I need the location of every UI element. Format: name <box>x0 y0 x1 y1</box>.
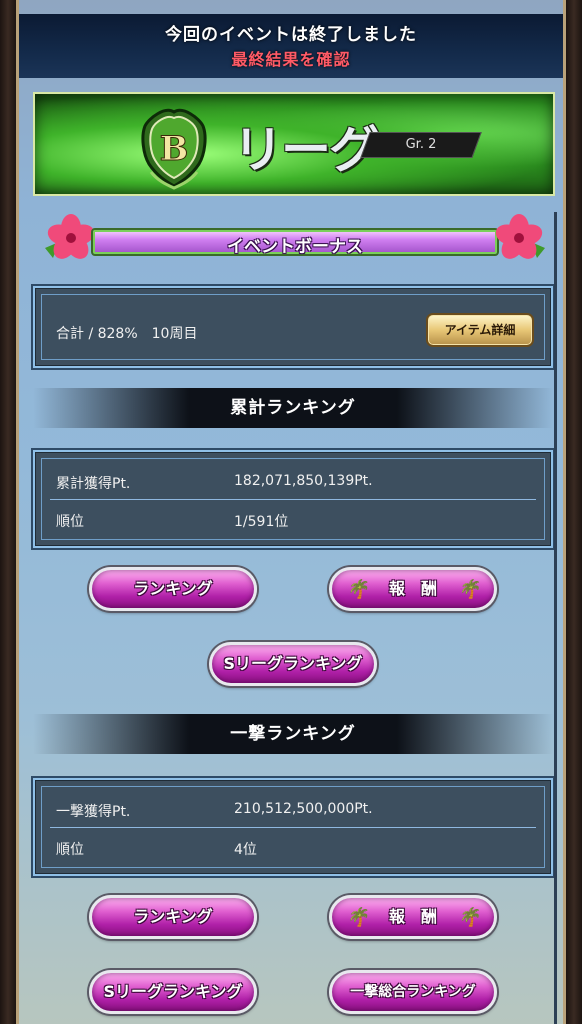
cumulative-s-league-button[interactable]: Sリーグランキング <box>209 642 377 686</box>
cumulative-reward-button[interactable]: 🌴 報 酬 🌴 <box>329 567 497 611</box>
one-shot-overall-ranking-button[interactable]: 一撃総合ランキング <box>329 970 497 1014</box>
one-shot-ranking-button[interactable]: ランキング <box>89 895 257 939</box>
row-divider <box>50 827 536 828</box>
cumulative-points-row: 累計獲得Pt. 182,071,850,139Pt. <box>42 463 544 499</box>
final-result-text: 最終結果を確認 <box>231 50 351 69</box>
league-group-label: Gr. 2 <box>405 137 437 152</box>
event-bonus-summary: 合計 / 828% 10周目 <box>56 326 198 342</box>
one-shot-stats-box: 一撃獲得Pt. 210,512,500,000Pt. 順位 4位 <box>33 778 553 876</box>
one-shot-points-row: 一撃獲得Pt. 210,512,500,000Pt. <box>42 791 544 827</box>
hibiscus-right-icon <box>495 214 545 259</box>
league-badge-icon: B <box>141 109 207 190</box>
cumulative-stats-box: 累計獲得Pt. 182,071,850,139Pt. 順位 1/591位 <box>33 450 553 548</box>
cumulative-stats-inner: 累計獲得Pt. 182,071,850,139Pt. 順位 1/591位 <box>41 458 545 540</box>
results-panel: 今回のイベントは終了しました 最終結果を確認 B リーグ Gr. 2 イベントボ… <box>16 0 566 1024</box>
one-shot-reward-button[interactable]: 🌴 報 酬 🌴 <box>329 895 497 939</box>
cumulative-rank-value: 1/591位 <box>234 514 289 530</box>
cumulative-ranking-button[interactable]: ランキング <box>89 567 257 611</box>
league-name: リーグ <box>233 121 379 179</box>
palm-tree-icon: 🌴 <box>457 579 480 600</box>
cumulative-points-value: 182,071,850,139Pt. <box>234 473 373 489</box>
one-shot-s-league-button-label: Sリーグランキング <box>103 982 243 1001</box>
palm-tree-icon: 🌴 <box>346 579 369 600</box>
event-ended-banner: 今回のイベントは終了しました 最終結果を確認 <box>19 14 563 78</box>
one-shot-ranking-header: 一撃ランキング <box>33 714 553 754</box>
event-bonus-bar: イベントボーナス <box>91 228 499 257</box>
cumulative-ranking-header: 累計ランキング <box>33 388 553 428</box>
one-shot-s-league-button[interactable]: Sリーグランキング <box>89 970 257 1014</box>
one-shot-stats-inner: 一撃獲得Pt. 210,512,500,000Pt. 順位 4位 <box>41 786 545 868</box>
svg-text:B: B <box>160 129 189 169</box>
row-divider <box>50 499 536 500</box>
one-shot-rank-row: 順位 4位 <box>42 829 544 865</box>
one-shot-rank-label: 順位 <box>56 842 84 858</box>
event-bonus-title: イベントボーナス <box>227 237 363 257</box>
one-shot-ranking-button-label: ランキング <box>133 907 213 926</box>
cumulative-ranking-button-label: ランキング <box>133 579 213 598</box>
hibiscus-left-icon <box>45 214 95 259</box>
cumulative-rank-label: 順位 <box>56 514 84 530</box>
one-shot-ranking-title: 一撃ランキング <box>230 724 356 744</box>
event-bonus-box: 合計 / 828% 10周目 アイテム詳細 <box>33 286 553 368</box>
palm-tree-icon: 🌴 <box>346 907 369 928</box>
scrollbar[interactable] <box>554 212 557 1024</box>
league-banner: B リーグ Gr. 2 <box>33 92 555 196</box>
palm-tree-icon: 🌴 <box>457 907 480 928</box>
one-shot-rank-value: 4位 <box>234 842 257 858</box>
event-ended-text: 今回のイベントは終了しました <box>165 25 417 45</box>
event-bonus-inner: 合計 / 828% 10周目 アイテム詳細 <box>41 294 545 360</box>
cumulative-rank-row: 順位 1/591位 <box>42 501 544 537</box>
one-shot-overall-ranking-button-label: 一撃総合ランキング <box>350 984 476 1000</box>
one-shot-points-value: 210,512,500,000Pt. <box>234 801 373 817</box>
cumulative-points-label: 累計獲得Pt. <box>56 476 131 492</box>
league-group-tag: Gr. 2 <box>360 132 482 158</box>
item-detail-button[interactable]: アイテム詳細 <box>426 313 534 347</box>
event-bonus-ribbon: イベントボーナス <box>39 212 551 268</box>
cumulative-ranking-title: 累計ランキング <box>230 398 356 418</box>
one-shot-points-label: 一撃獲得Pt. <box>56 804 131 820</box>
cumulative-s-league-button-label: Sリーグランキング <box>223 654 363 673</box>
